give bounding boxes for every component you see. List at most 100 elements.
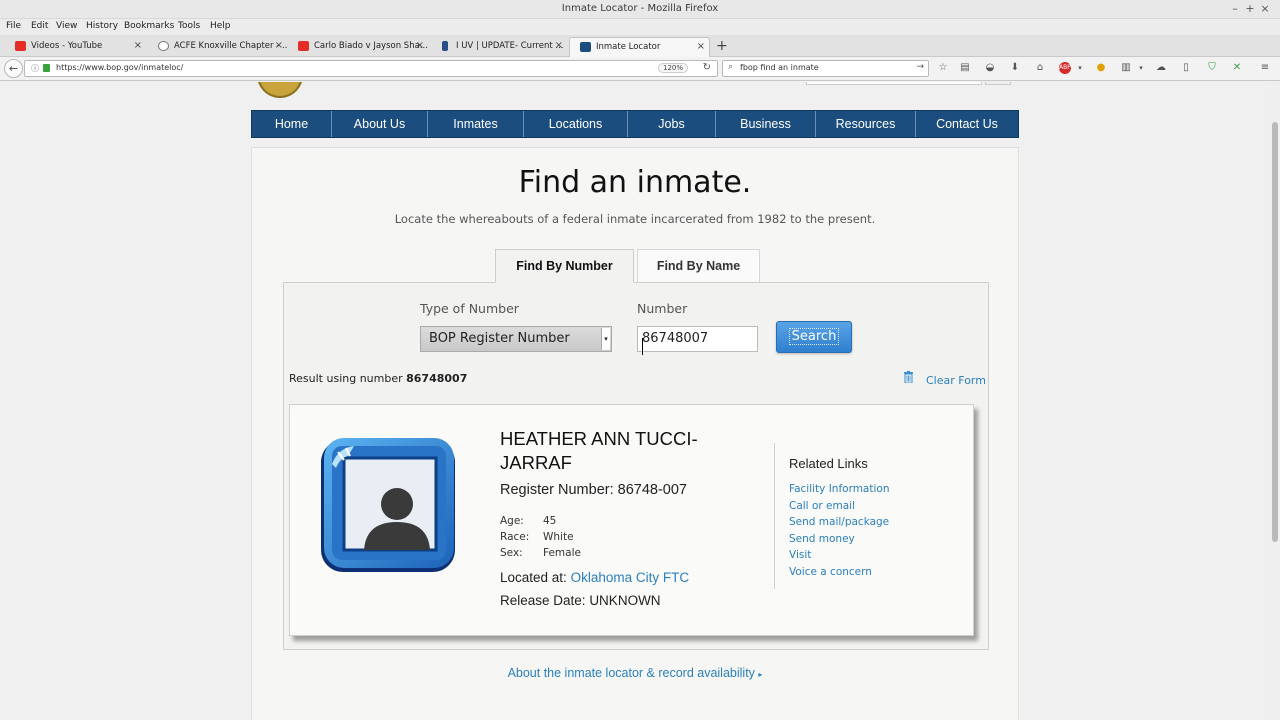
number-input-value: 86748007 bbox=[642, 331, 709, 346]
tab-find-by-name[interactable]: Find By Name bbox=[637, 249, 760, 283]
tab-strip: Videos - YouTube × ACFE Knoxville Chapte… bbox=[0, 35, 1280, 57]
related-links-title: Related Links bbox=[789, 456, 868, 471]
search-form: Type of Number BOP Register Number ▾ Num… bbox=[283, 282, 989, 650]
dropdown-arrow-icon[interactable]: ▾ bbox=[601, 328, 610, 350]
nav-about-us[interactable]: About Us bbox=[332, 111, 428, 137]
home-icon[interactable]: ⌂ bbox=[1034, 62, 1046, 74]
menu-view[interactable]: View bbox=[56, 21, 77, 31]
browser-tab-active[interactable]: Inmate Locator × bbox=[569, 37, 710, 57]
related-link-send-mail-package[interactable]: Send mail/package bbox=[789, 516, 889, 528]
scrollbar-thumb[interactable] bbox=[1272, 122, 1278, 542]
site-search-button[interactable] bbox=[985, 82, 1011, 85]
tab-find-by-number[interactable]: Find By Number bbox=[495, 249, 634, 283]
clipboard-icon[interactable]: ▥ bbox=[1120, 62, 1132, 74]
nav-locations[interactable]: Locations bbox=[524, 111, 628, 137]
menu-tools[interactable]: Tools bbox=[178, 21, 200, 31]
inmate-locator-panel: Find an inmate. Locate the whereabouts o… bbox=[251, 147, 1019, 720]
back-icon[interactable]: ← bbox=[4, 59, 23, 78]
close-icon[interactable]: × bbox=[1257, 2, 1273, 15]
window-title: Inmate Locator - Mozilla Firefox bbox=[561, 3, 719, 14]
tab-label: Carlo Biado v Jayson Sha... bbox=[314, 41, 428, 51]
inmate-race: Race: White bbox=[500, 531, 574, 543]
release-date: Release Date: UNKNOWN bbox=[500, 593, 661, 608]
menu-history[interactable]: History bbox=[86, 21, 118, 31]
tab-close-icon[interactable]: × bbox=[697, 38, 705, 56]
bookmark-star-icon[interactable]: ☆ bbox=[937, 62, 949, 74]
browser-tab[interactable]: Carlo Biado v Jayson Sha... × bbox=[288, 37, 428, 57]
adblock-icon[interactable]: ABP bbox=[1059, 62, 1071, 74]
minimize-icon[interactable]: – bbox=[1227, 2, 1243, 15]
number-label: Number bbox=[637, 301, 688, 316]
tab-close-icon[interactable]: × bbox=[416, 37, 424, 55]
nav-home[interactable]: Home bbox=[252, 111, 332, 137]
browser-search-value[interactable]: fbop find an inmate bbox=[740, 63, 819, 72]
sidebar-icon[interactable]: ▯ bbox=[1180, 62, 1192, 74]
clear-form-link[interactable]: Clear Form bbox=[926, 374, 986, 387]
page-title: Find an inmate. bbox=[518, 165, 752, 200]
tab-label: I UV | UPDATE- Current ... bbox=[456, 41, 564, 51]
maximize-icon[interactable]: + bbox=[1242, 2, 1258, 15]
nav-contact-us[interactable]: Contact Us bbox=[916, 111, 1018, 137]
related-link-send-money[interactable]: Send money bbox=[789, 533, 855, 545]
tab-close-icon[interactable]: × bbox=[134, 37, 142, 55]
result-prefix: Result using number bbox=[289, 372, 407, 385]
nav-inmates[interactable]: Inmates bbox=[428, 111, 524, 137]
race-label: Race: bbox=[500, 531, 530, 543]
browser-tab[interactable]: Videos - YouTube × bbox=[5, 37, 146, 57]
type-of-number-label: Type of Number bbox=[420, 301, 519, 316]
pocket-icon[interactable]: ◒ bbox=[984, 62, 996, 74]
located-at: Located at: Oklahoma City FTC bbox=[500, 570, 689, 585]
menu-edit[interactable]: Edit bbox=[31, 21, 48, 31]
navigation-toolbar: ← ⓘ https://www.bop.gov/inmateloc/ 120% … bbox=[0, 57, 1280, 81]
chevron-down-icon[interactable]: ▾ bbox=[1074, 62, 1086, 74]
nav-jobs[interactable]: Jobs bbox=[628, 111, 716, 137]
new-tab-icon[interactable]: + bbox=[716, 38, 728, 54]
extension-icon[interactable]: ● bbox=[1095, 62, 1107, 74]
url-text[interactable]: https://www.bop.gov/inmateloc/ bbox=[56, 63, 183, 72]
trash-icon[interactable] bbox=[903, 371, 914, 383]
reload-icon[interactable]: ↻ bbox=[703, 62, 711, 73]
menu-help[interactable]: Help bbox=[210, 21, 231, 31]
sync-icon[interactable]: ☁ bbox=[1155, 62, 1167, 74]
related-link-visit[interactable]: Visit bbox=[789, 549, 811, 561]
tab-close-icon[interactable]: × bbox=[275, 37, 283, 55]
tab-close-icon[interactable]: × bbox=[555, 37, 563, 55]
bop-seal-logo[interactable] bbox=[257, 82, 303, 98]
inmate-name: HEATHER ANN TUCCI-JARRAF bbox=[500, 428, 698, 473]
download-icon[interactable]: ⬇ bbox=[1009, 62, 1021, 74]
menu-bookmarks[interactable]: Bookmarks bbox=[124, 21, 174, 31]
url-bar[interactable]: ⓘ https://www.bop.gov/inmateloc/ 120% ↻ bbox=[24, 60, 718, 77]
page-scrollbar[interactable] bbox=[1270, 82, 1280, 720]
type-of-number-select[interactable]: BOP Register Number ▾ bbox=[420, 326, 612, 352]
related-link-call-or-email[interactable]: Call or email bbox=[789, 500, 855, 512]
info-icon[interactable]: ⓘ bbox=[31, 63, 39, 74]
search-button[interactable]: Search bbox=[776, 321, 852, 353]
sex-value: Female bbox=[543, 547, 581, 559]
reading-list-icon[interactable]: ▤ bbox=[959, 62, 971, 74]
facility-link[interactable]: Oklahoma City FTC bbox=[571, 570, 690, 585]
related-link-facility-information[interactable]: Facility Information bbox=[789, 483, 889, 495]
browser-search-field[interactable]: ⌕ fbop find an inmate → bbox=[722, 60, 929, 77]
browser-tab[interactable]: ACFE Knoxville Chapter - ... × bbox=[148, 37, 287, 57]
shield-icon[interactable]: ⛉ bbox=[1206, 62, 1218, 74]
hamburger-menu-icon[interactable]: ≡ bbox=[1259, 62, 1271, 74]
lock-icon bbox=[43, 64, 50, 72]
nav-business[interactable]: Business bbox=[716, 111, 816, 137]
zoom-level[interactable]: 120% bbox=[657, 63, 688, 73]
related-link-voice-a-concern[interactable]: Voice a concern bbox=[789, 566, 872, 578]
site-search-input[interactable] bbox=[806, 82, 982, 85]
menu-file[interactable]: File bbox=[6, 21, 21, 31]
nav-resources[interactable]: Resources bbox=[816, 111, 916, 137]
window-titlebar: Inmate Locator - Mozilla Firefox – + × bbox=[0, 0, 1280, 19]
register-value: 86748-007 bbox=[617, 482, 687, 498]
youtube-icon bbox=[298, 41, 309, 51]
release-value: UNKNOWN bbox=[589, 593, 661, 608]
number-input[interactable]: 86748007 bbox=[637, 326, 758, 355]
arrow-right-icon[interactable]: → bbox=[916, 62, 924, 72]
about-inmate-locator-link[interactable]: About the inmate locator & record availa… bbox=[252, 666, 1018, 680]
result-summary: Result using number 86748007 bbox=[289, 372, 467, 385]
translate-icon[interactable]: ✕ bbox=[1231, 62, 1243, 74]
youtube-icon bbox=[15, 41, 26, 51]
browser-tab[interactable]: I UV | UPDATE- Current ... × bbox=[430, 37, 567, 57]
chevron-down-icon[interactable]: ▾ bbox=[1135, 62, 1147, 74]
